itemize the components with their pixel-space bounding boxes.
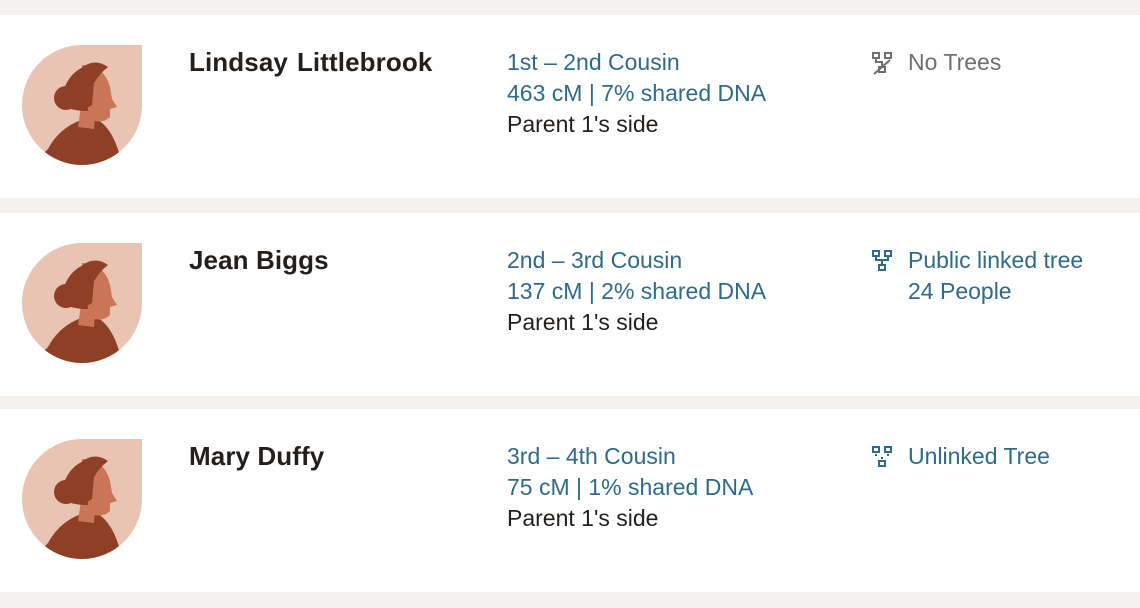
relationship-info: 2nd – 3rd Cousin 137 cM | 2% shared DNA … (507, 245, 766, 338)
avatar[interactable] (22, 45, 142, 165)
match-card[interactable]: Jean Biggs 2nd – 3rd Cousin 137 cM | 2% … (0, 213, 1140, 396)
relationship-range: 1st – 2nd Cousin (507, 49, 680, 75)
person-silhouette-icon (22, 439, 142, 559)
tree-status-label[interactable]: Unlinked Tree (870, 441, 1050, 472)
relationship-range: 3rd – 4th Cousin (507, 443, 676, 469)
no-tree-icon (872, 52, 892, 75)
avatar[interactable] (22, 439, 142, 559)
tree-status: No Trees (870, 47, 1001, 78)
unlinked-tree-icon (872, 446, 892, 467)
match-card[interactable]: Lindsay Littlebrook 1st – 2nd Cousin 463 … (0, 15, 1140, 198)
shared-dna: 463 cM | 7% shared DNA (507, 80, 767, 106)
tree-status[interactable]: Public linked tree 24 People (870, 245, 1083, 307)
match-name[interactable]: Mary Duffy (189, 441, 324, 472)
relationship-info: 1st – 2nd Cousin 463 cM | 7% shared DNA … (507, 47, 766, 140)
linked-tree-icon (872, 250, 892, 271)
parent-side: Parent 1's side (507, 505, 659, 531)
match-name[interactable]: Jean Biggs (189, 245, 329, 276)
shared-dna: 75 cM | 1% shared DNA (507, 474, 754, 500)
relationship-range: 2nd – 3rd Cousin (507, 247, 683, 273)
parent-side: Parent 1's side (507, 309, 659, 335)
match-name[interactable]: Lindsay Littlebrook (189, 47, 432, 78)
match-last-name: Littlebrook (296, 47, 433, 77)
relationship-info: 3rd – 4th Cousin 75 cM | 1% shared DNA P… (507, 441, 753, 534)
person-silhouette-icon (22, 45, 142, 165)
tree-status-label[interactable]: Public linked tree (870, 245, 1083, 276)
tree-status[interactable]: Unlinked Tree (870, 441, 1050, 472)
match-first-name: Lindsay (189, 47, 288, 77)
match-card[interactable]: Mary Duffy 3rd – 4th Cousin 75 cM | 1% s… (0, 409, 1140, 592)
avatar[interactable] (22, 243, 142, 363)
person-silhouette-icon (22, 243, 142, 363)
shared-dna: 137 cM | 2% shared DNA (507, 278, 767, 304)
tree-people-count[interactable]: 24 People (870, 276, 1083, 307)
parent-side: Parent 1's side (507, 111, 659, 137)
